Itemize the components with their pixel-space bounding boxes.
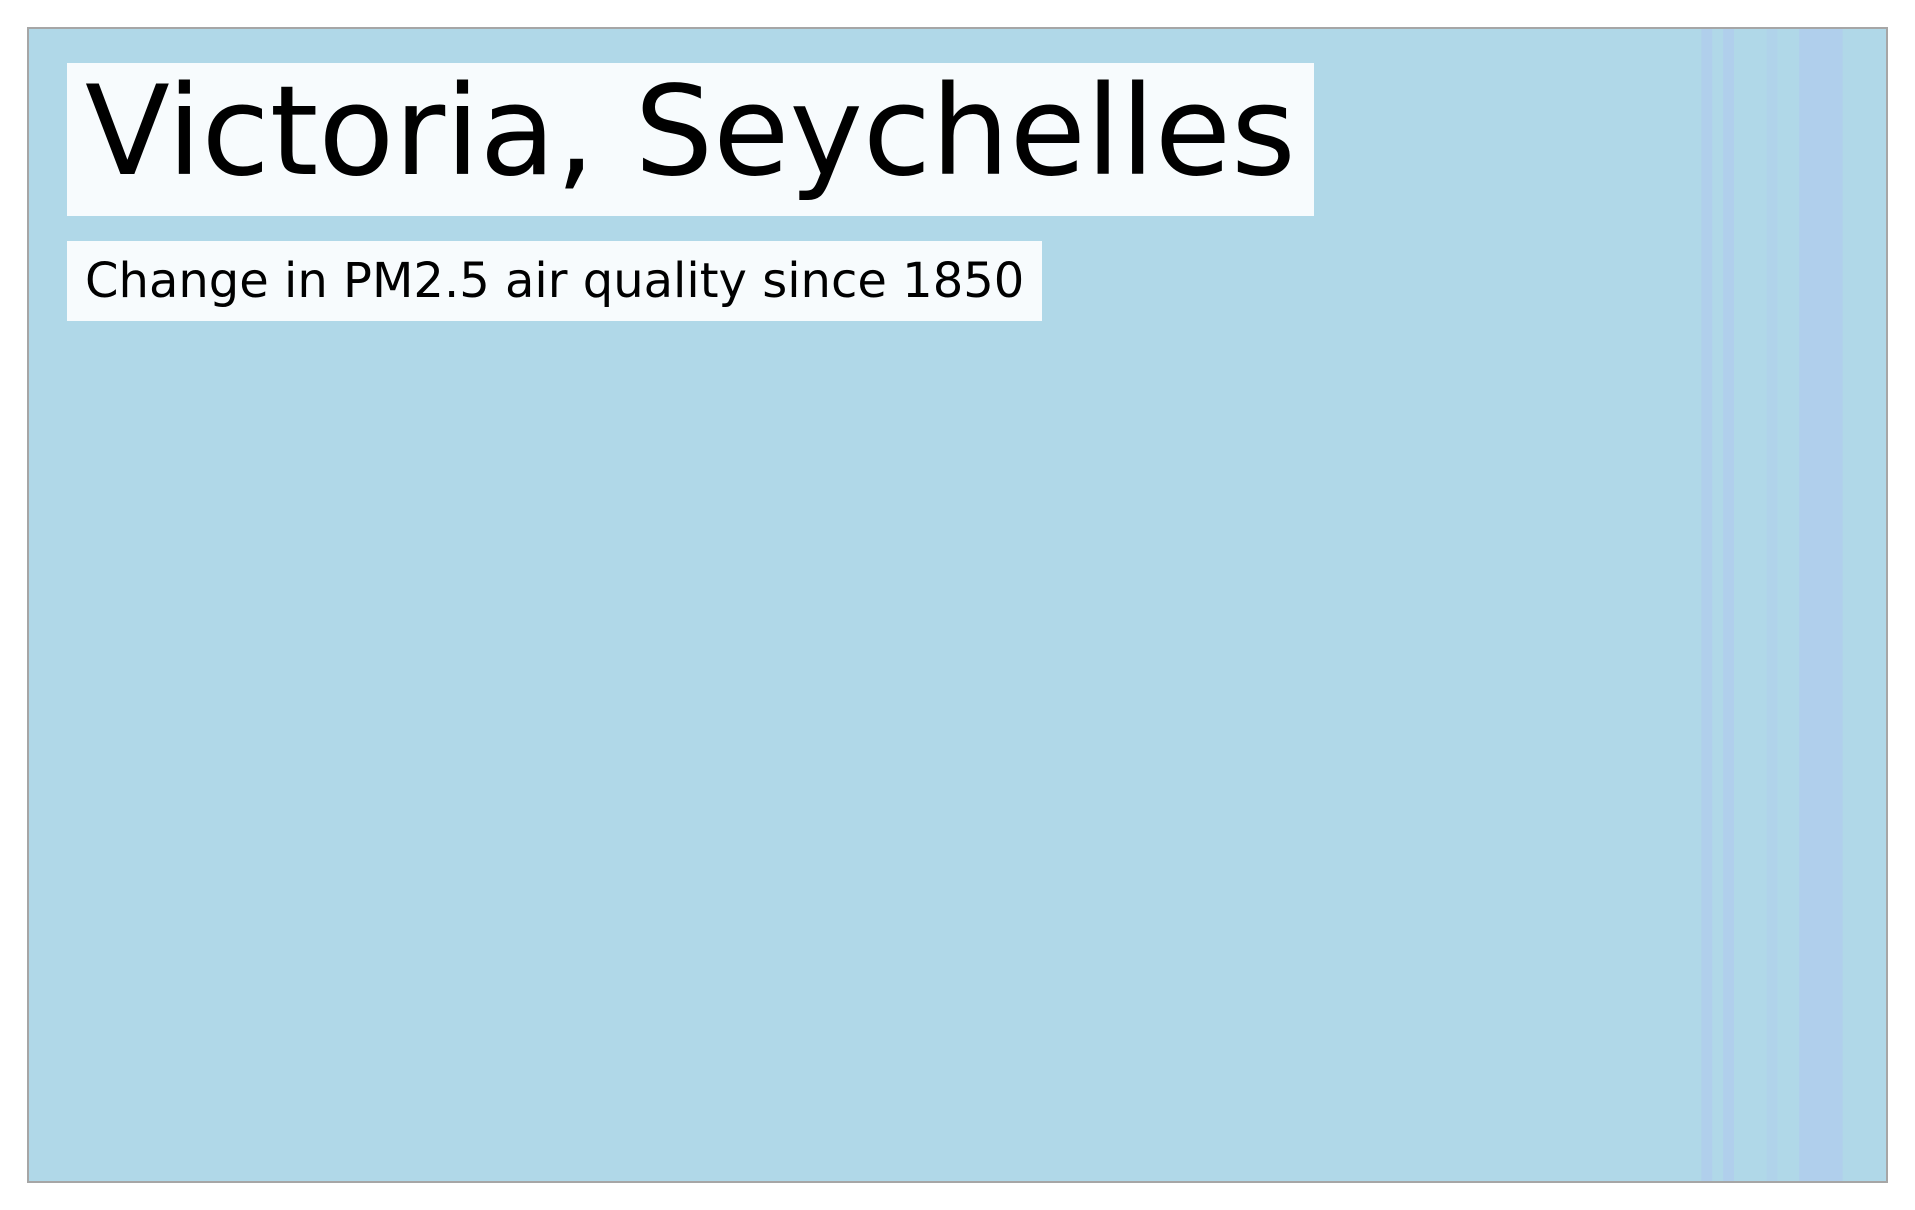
chart-figure: Victoria, Seychelles Change in PM2.5 air… xyxy=(0,0,1915,1210)
chart-subtitle: Change in PM2.5 air quality since 1850 xyxy=(85,253,1025,309)
stripe-2006-2007 xyxy=(1723,29,1734,1181)
stripe-2004-2005 xyxy=(1701,29,1713,1181)
subtitle-box: Change in PM2.5 air quality since 1850 xyxy=(67,241,1043,321)
stripe-2013-2017 xyxy=(1799,29,1843,1181)
stripe-2010-2011 xyxy=(1766,29,1778,1181)
title-box: Victoria, Seychelles xyxy=(67,63,1314,216)
chart-title: Victoria, Seychelles xyxy=(85,59,1296,204)
